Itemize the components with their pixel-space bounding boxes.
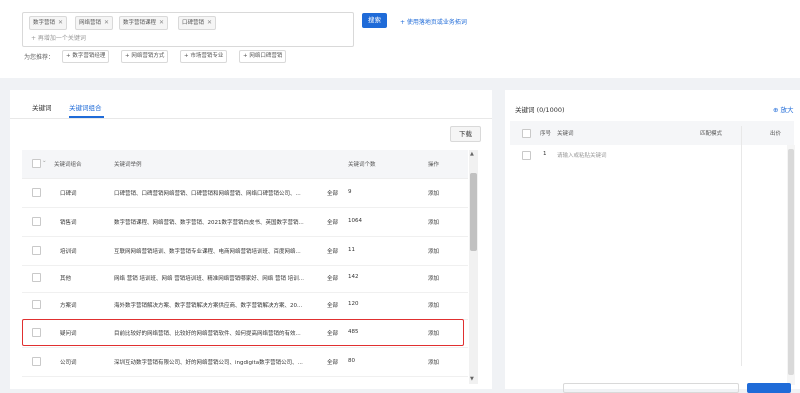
recommend-label: 为您推荐：	[24, 54, 55, 61]
row-checkbox[interactable]	[522, 151, 531, 160]
view-all-link[interactable]: 全部	[327, 189, 338, 197]
close-icon[interactable]: ✕	[159, 19, 164, 26]
keyword-count: 11	[348, 247, 355, 253]
group-name: 方案词	[60, 303, 77, 309]
add-link[interactable]: 添加	[428, 218, 439, 226]
table-row: 培训词 互联网网络营销培训、数字营销专业课程、电商网络营销培训班、百度网络...…	[22, 237, 468, 266]
select-all-checkbox[interactable]	[32, 159, 41, 168]
selected-keywords-panel: 关键词 (0/1000) ⊕ 放大 序号 关键词 匹配模式 出价 1 请输入或粘…	[505, 90, 800, 393]
bottom-input[interactable]	[563, 383, 739, 393]
highlighted-row-outline	[22, 319, 464, 346]
group-name: 公司词	[60, 360, 77, 366]
add-link[interactable]: 添加	[428, 274, 439, 282]
zoom-button[interactable]: ⊕ 放大	[773, 104, 794, 114]
table-row: 口碑词 口碑营销、口碑营销网络营销、口碑营销和网络营销、网络口碑营销公司、...…	[22, 179, 468, 208]
group-name: 销售词	[60, 220, 77, 226]
view-all-link[interactable]: 全部	[327, 358, 338, 366]
keyword-input-box[interactable]: 数字营销 ✕ 网络营销 ✕ 数字营销课程 ✕ 口碑营销 ✕ + 再增加一个关键词	[22, 12, 354, 47]
keyword-chip[interactable]: 口碑营销 ✕	[178, 16, 217, 30]
row-checkbox[interactable]	[32, 300, 41, 309]
view-all-link[interactable]: 全部	[327, 301, 338, 309]
keyword-count: 120	[348, 301, 359, 307]
add-link[interactable]: 添加	[428, 247, 439, 255]
column-header-action: 操作	[428, 162, 440, 168]
scroll-down-icon[interactable]: ▼	[470, 376, 474, 382]
group-name: 其他	[60, 276, 72, 282]
recommend-chip[interactable]: + 网络营销方式	[121, 50, 169, 63]
column-header-match: 匹配模式	[700, 131, 723, 137]
scroll-up-icon[interactable]: ▲	[470, 151, 474, 157]
landing-page-expand-link[interactable]: + 使用落地页或业务拓词	[400, 17, 467, 26]
row-checkbox[interactable]	[32, 357, 41, 366]
keyword-examples: 深圳互动数字营销有限公司、好的网络营销公司、ingdigita数字营销公司、..…	[114, 360, 303, 366]
search-panel: 数字营销 ✕ 网络营销 ✕ 数字营销课程 ✕ 口碑营销 ✕ + 再增加一个关键词 搜索 …	[0, 0, 800, 78]
view-all-link[interactable]: 全部	[327, 247, 338, 255]
column-header-seq: 序号	[540, 131, 552, 137]
table-row: 方案词 海外数字营销解决方案、数字营销解决方案供应商、数字营销解决方案、20..…	[22, 291, 468, 320]
zoom-in-icon: ⊕	[773, 106, 779, 114]
bottom-action-button[interactable]	[747, 383, 791, 393]
keyword-entry-input[interactable]: 请输入或粘贴关键词	[557, 151, 607, 159]
recommend-chip[interactable]: + 市场营销专业	[180, 50, 228, 63]
close-icon[interactable]: ✕	[104, 19, 109, 26]
chevron-down-icon[interactable]: ⌄	[42, 158, 47, 164]
add-keyword-input[interactable]: + 再增加一个关键词	[31, 33, 86, 42]
table-scrollbar[interactable]: ▲ ▼	[469, 150, 478, 384]
keyword-examples: 互联网网络营销培训、数字营销专业课程、电商网络营销培训班、百度网络...	[114, 249, 301, 255]
recommend-chip[interactable]: + 网络口碑营销	[239, 50, 287, 63]
view-all-link[interactable]: 全部	[327, 274, 338, 282]
select-all-checkbox[interactable]	[522, 129, 531, 138]
add-link[interactable]: 添加	[428, 358, 439, 366]
keyword-count: 9	[348, 189, 352, 195]
column-header-count: 关键词个数	[348, 162, 376, 168]
scrollbar-thumb[interactable]	[470, 173, 477, 251]
keyword-chip[interactable]: 数字营销课程 ✕	[119, 16, 169, 30]
column-header-group: 关键词组合	[54, 162, 82, 168]
keyword-count: 142	[348, 274, 359, 280]
right-scrollbar-thumb[interactable]	[788, 149, 794, 375]
keyword-chip[interactable]: 网络营销 ✕	[75, 16, 114, 30]
right-scrollbar[interactable]	[787, 145, 795, 385]
keyword-group-panel: 关键词 关键词组合 下载 ⌄ 关键词组合 关键词举例 关键词个数 操作 口碑词 …	[10, 90, 492, 389]
row-seq: 1	[543, 151, 547, 157]
view-all-link[interactable]: 全部	[327, 218, 338, 226]
table-header: ⌄ 关键词组合 关键词举例 关键词个数 操作	[22, 150, 468, 179]
table-row: 销售词 数字营销课程、网络营销、数字营销、2021数字营销白皮书、英国数字营销.…	[22, 208, 468, 237]
keyword-examples: 口碑营销、口碑营销网络营销、口碑营销和网络营销、网络口碑营销公司、...	[114, 191, 301, 197]
keyword-examples: 数字营销课程、网络营销、数字营销、2021数字营销白皮书、英国数字营销...	[114, 220, 304, 226]
column-divider	[741, 126, 742, 366]
row-checkbox[interactable]	[32, 273, 41, 282]
column-header-bid: 出价	[770, 131, 782, 137]
recommend-chip[interactable]: + 数字营销经理	[62, 50, 110, 63]
download-button[interactable]: 下载	[450, 126, 481, 142]
group-name: 培训词	[60, 249, 77, 255]
keyword-count: 1064	[348, 218, 362, 224]
close-icon[interactable]: ✕	[58, 19, 63, 26]
keyword-examples: 网络 营销 培训班、网络 营销培训班、精准网络营销哪家好、网络 营销 培训...	[114, 276, 304, 282]
table-row: 其他 网络 营销 培训班、网络 营销培训班、精准网络营销哪家好、网络 营销 培训…	[22, 264, 468, 293]
keyword-examples: 海外数字营销解决方案、数字营销解决方案供应商、数字营销解决方案、20...	[114, 303, 303, 309]
search-button[interactable]: 搜索	[362, 13, 387, 28]
table-row: 公司词 深圳互动数字营销有限公司、好的网络营销公司、ingdigita数字营销公…	[22, 348, 468, 377]
row-checkbox[interactable]	[32, 246, 41, 255]
add-link[interactable]: 添加	[428, 189, 439, 197]
panel-title: 关键词 (0/1000)	[515, 106, 565, 114]
add-link[interactable]: 添加	[428, 301, 439, 309]
tab-divider	[10, 118, 492, 119]
keyword-chip[interactable]: 数字营销 ✕	[29, 16, 68, 30]
close-icon[interactable]: ✕	[207, 19, 212, 26]
tab-keywords[interactable]: 关键词	[32, 102, 52, 112]
right-table-header: 序号 关键词 匹配模式 出价	[510, 121, 794, 145]
group-name: 口碑词	[60, 191, 77, 197]
column-header-example: 关键词举例	[114, 162, 142, 168]
row-checkbox[interactable]	[32, 217, 41, 226]
keyword-count: 80	[348, 358, 355, 364]
keyword-entry-row: 1 请输入或粘贴关键词	[510, 145, 794, 169]
column-header-keyword: 关键词	[557, 131, 574, 137]
tab-keyword-groups[interactable]: 关键词组合	[69, 102, 102, 112]
row-checkbox[interactable]	[32, 188, 41, 197]
